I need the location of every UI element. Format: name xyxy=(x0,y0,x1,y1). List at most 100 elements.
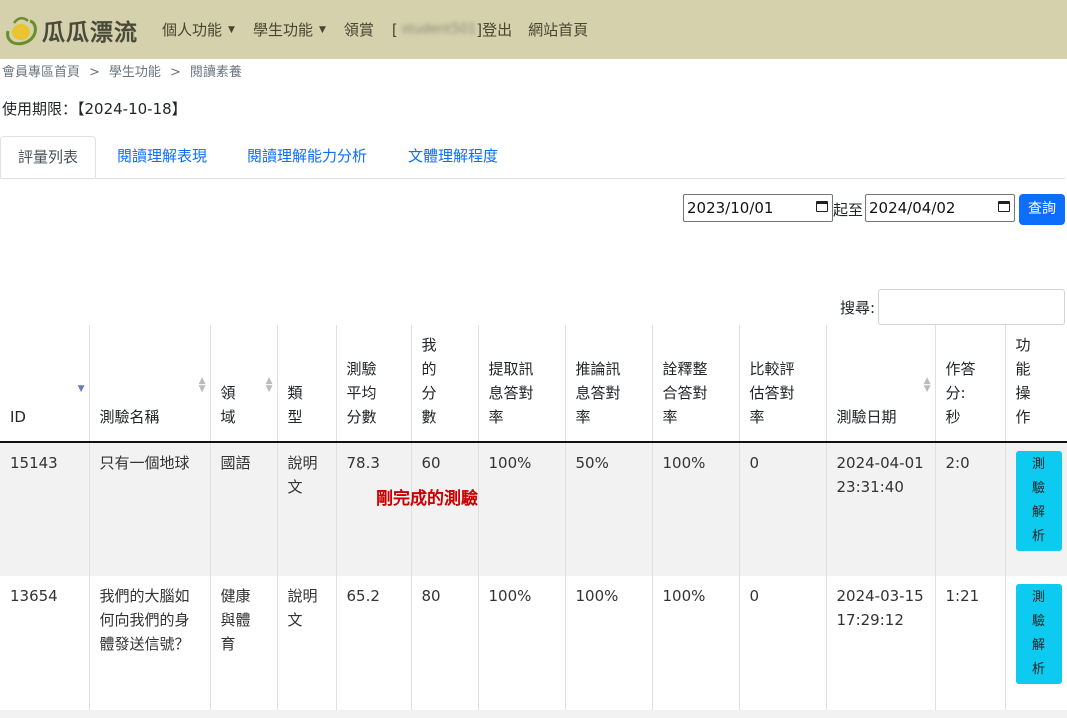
search-label: 搜尋: xyxy=(840,299,876,317)
col-compare-rate-label: 比較評估答對率 xyxy=(749,360,795,426)
breadcrumb-sep: > xyxy=(89,65,100,80)
col-interpret-rate-label: 詮釋整合答對率 xyxy=(662,360,708,426)
start-date-value: 2023/10/01 xyxy=(687,199,774,217)
col-avg-score-label: 測驗平均分數 xyxy=(346,360,377,426)
cell-test-date: 2024-04-01 23:31:40 xyxy=(825,442,935,576)
cell-compare-rate: 0 xyxy=(738,576,826,710)
cell-type: 說明文 xyxy=(276,576,336,710)
col-id-label: ID xyxy=(10,408,26,426)
melon-logo-icon xyxy=(6,16,37,45)
sort-desc-icon: ▼ xyxy=(77,384,85,394)
cell-test-name: 我們的大腦如何向我們的身體發送信號？ xyxy=(88,576,210,710)
col-domain[interactable]: 領域 ▲ ▼ xyxy=(209,325,277,443)
col-extract-rate[interactable]: 提取訊息答對率 xyxy=(477,325,565,443)
breadcrumb: 會員專區首頁 > 學生功能 > 閱讀素養 xyxy=(2,61,242,80)
test-analysis-label: 測驗解析 xyxy=(1031,590,1045,677)
cell-extract-rate: 100% xyxy=(477,576,565,710)
cell-avg-score: 65.2 xyxy=(335,576,411,710)
nav-reward-label: 領賞 xyxy=(343,21,374,39)
nav-home-link[interactable]: 網站首頁 xyxy=(528,19,588,40)
col-my-score[interactable]: 我的分數 xyxy=(410,325,478,443)
cell-interpret-rate: 100% xyxy=(651,442,739,576)
date-range-separator: 起至 xyxy=(833,201,864,219)
nav-personal-label: 個人功能 xyxy=(162,21,223,39)
col-test-name-label: 測驗名稱 xyxy=(99,408,160,426)
assessment-table: ID ▼ 測驗名稱 ▲ ▼ 領域 ▲ ▼ 類型 測驗平均分數 我的分數 提取訊息答對率 推… xyxy=(0,325,1067,710)
tab-ability-analysis[interactable]: 閱讀理解能力分析 xyxy=(230,136,384,177)
cell-my-score: 60 xyxy=(410,442,478,576)
cell-id: 13654 xyxy=(0,576,89,710)
logo-text: 瓜瓜漂流 xyxy=(42,19,138,46)
nav-student-menu[interactable]: 學生功能 ▼ xyxy=(253,19,326,40)
breadcrumb-reading: 閱讀素養 xyxy=(189,65,242,80)
col-my-score-label: 我的分數 xyxy=(421,336,437,426)
nav-personal-menu[interactable]: 個人功能 ▼ xyxy=(162,19,235,40)
caret-down-icon: ▼ xyxy=(228,24,235,35)
calendar-icon[interactable] xyxy=(998,201,1010,212)
logout-label: 登出 xyxy=(482,21,513,39)
col-compare-rate[interactable]: 比較評估答對率 xyxy=(738,325,826,443)
table-row: 15143 只有一個地球 國語 說明文 78.3 60 100% 50% 100… xyxy=(0,442,1067,576)
username: student501 xyxy=(401,22,477,37)
query-button[interactable]: 查詢 xyxy=(1019,194,1065,225)
col-id[interactable]: ID ▼ xyxy=(0,325,89,443)
cell-domain-text: 健康與體育 xyxy=(220,587,251,653)
cell-actions: 測驗解析 xyxy=(1004,442,1067,576)
tab-reading-performance[interactable]: 閱讀理解表現 xyxy=(100,136,224,177)
nav-reward-link[interactable]: 領賞 xyxy=(344,19,374,40)
nav-student-label: 學生功能 xyxy=(252,21,313,39)
annotation-just-completed: 剛完成的測驗 xyxy=(376,489,478,509)
test-analysis-button[interactable]: 測驗解析 xyxy=(1015,451,1062,551)
expiry-text: 使用期限：【2024-10-18】 xyxy=(2,100,187,118)
cell-infer-rate: 100% xyxy=(564,576,652,710)
cell-interpret-rate: 100% xyxy=(651,576,739,710)
start-date-input[interactable]: 2023/10/01 xyxy=(683,194,833,222)
col-test-date[interactable]: 測驗日期 ▲ ▼ xyxy=(825,325,935,443)
nav-home-label: 網站首頁 xyxy=(528,21,589,39)
sort-icon: ▲ ▼ xyxy=(265,376,273,394)
cell-test-date: 2024-03-15 17:29:12 xyxy=(825,576,935,710)
cell-answer-time: 1:21 xyxy=(934,576,1005,710)
cell-extract-rate: 100% xyxy=(477,442,565,576)
cell-type: 說明文 xyxy=(276,442,336,576)
col-domain-label: 領域 xyxy=(220,384,236,426)
table-header-row: ID ▼ 測驗名稱 ▲ ▼ 領域 ▲ ▼ 類型 測驗平均分數 我的分數 提取訊息答對率 推… xyxy=(0,325,1067,443)
cell-id: 15143 xyxy=(0,442,89,576)
next-row-strip xyxy=(0,710,1067,718)
tab-bar: 評量列表 閱讀理解表現 閱讀理解能力分析 文體理解程度 xyxy=(0,136,1065,179)
col-answer-time[interactable]: 作答分:秒 xyxy=(934,325,1005,443)
nav-logout-link[interactable]: [ student501 ] 登出 xyxy=(392,19,512,40)
breadcrumb-member-home[interactable]: 會員專區首頁 xyxy=(2,65,80,80)
user-bracket-open: [ xyxy=(391,20,398,39)
tab-assessment-list[interactable]: 評量列表 xyxy=(0,136,97,178)
col-type-label: 類型 xyxy=(287,384,303,426)
col-avg-score[interactable]: 測驗平均分數 xyxy=(335,325,411,443)
test-analysis-button[interactable]: 測驗解析 xyxy=(1015,584,1062,684)
site-logo[interactable]: 瓜瓜漂流 xyxy=(4,13,138,47)
table-row: 13654 我們的大腦如何向我們的身體發送信號？ 健康與體育 說明文 65.2 … xyxy=(0,576,1067,710)
cell-domain: 健康與體育 xyxy=(209,576,277,710)
col-test-date-label: 測驗日期 xyxy=(836,408,897,426)
col-infer-rate[interactable]: 推論訊息答對率 xyxy=(564,325,652,443)
col-actions-label: 功能操作 xyxy=(1015,336,1031,426)
calendar-icon[interactable] xyxy=(816,201,828,212)
tab-genre-understanding[interactable]: 文體理解程度 xyxy=(391,136,515,177)
col-answer-time-label: 作答分:秒 xyxy=(945,360,976,426)
col-extract-rate-label: 提取訊息答對率 xyxy=(488,360,534,426)
end-date-input[interactable]: 2024/04/02 xyxy=(865,194,1015,222)
top-navbar: 瓜瓜漂流 個人功能 ▼ 學生功能 ▼ 領賞 [ student501 ] 登出 … xyxy=(0,0,1067,59)
search-input[interactable] xyxy=(878,289,1065,325)
cell-actions: 測驗解析 xyxy=(1004,576,1067,710)
breadcrumb-sep: > xyxy=(169,65,181,80)
cell-compare-rate: 0 xyxy=(738,442,826,576)
col-type[interactable]: 類型 xyxy=(276,325,336,443)
end-date-value: 2024/04/02 xyxy=(869,199,956,217)
sort-icon: ▲ ▼ xyxy=(923,376,931,394)
cell-infer-rate: 50% xyxy=(564,442,652,576)
col-interpret-rate[interactable]: 詮釋整合答對率 xyxy=(651,325,739,443)
col-test-name[interactable]: 測驗名稱 ▲ ▼ xyxy=(88,325,210,443)
breadcrumb-student[interactable]: 學生功能 xyxy=(109,65,161,80)
cell-domain: 國語 xyxy=(209,442,277,576)
test-analysis-label: 測驗解析 xyxy=(1031,457,1045,544)
cell-answer-time: 2:0 xyxy=(934,442,1005,576)
